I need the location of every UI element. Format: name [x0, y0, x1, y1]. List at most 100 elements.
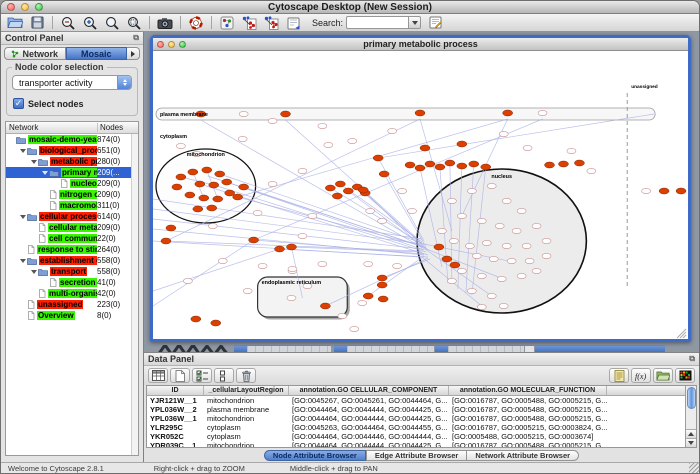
- resize-grip[interactable]: [689, 463, 699, 473]
- scrollbar-thumb[interactable]: [687, 387, 696, 409]
- network-node[interactable]: [469, 161, 479, 167]
- background-window-fragment[interactable]: [448, 345, 524, 352]
- network-node[interactable]: [503, 110, 513, 116]
- background-window-fragment[interactable]: [347, 345, 434, 352]
- network-node[interactable]: [188, 169, 198, 175]
- network-node-outline[interactable]: [218, 258, 227, 263]
- network-node-outline[interactable]: [477, 273, 486, 278]
- network-node[interactable]: [379, 171, 389, 177]
- network-node[interactable]: [442, 256, 452, 262]
- network-node[interactable]: [373, 155, 383, 161]
- heatmap-button[interactable]: [675, 368, 695, 383]
- color-mapper-button[interactable]: [216, 15, 238, 31]
- network-node-outline[interactable]: [437, 228, 446, 233]
- network-node-outline[interactable]: [258, 263, 267, 268]
- network-node[interactable]: [343, 188, 353, 194]
- network-node-outline[interactable]: [318, 123, 327, 128]
- network-edge[interactable]: [220, 174, 422, 243]
- network-node-outline[interactable]: [487, 183, 496, 188]
- network-node-outline[interactable]: [176, 143, 185, 148]
- network-node[interactable]: [545, 162, 555, 168]
- network-node-outline[interactable]: [288, 266, 297, 271]
- import-table-button[interactable]: [282, 15, 304, 31]
- network-node-outline[interactable]: [239, 111, 248, 116]
- network-node-outline[interactable]: [487, 293, 496, 298]
- column-header[interactable]: _cellularLayoutRegion: [204, 386, 289, 395]
- network-view-b-button[interactable]: [260, 15, 282, 31]
- network-node[interactable]: [233, 194, 243, 200]
- network-node-outline[interactable]: [378, 218, 387, 223]
- network-node-outline[interactable]: [499, 303, 508, 308]
- table-row[interactable]: YPL036W__2plasma membrane[GO:0044464, GO…: [147, 405, 685, 414]
- tree-row[interactable]: nucleobase-209(0): [6, 178, 131, 189]
- network-node-outline[interactable]: [348, 138, 357, 143]
- network-node[interactable]: [415, 165, 425, 171]
- float-panel-icon[interactable]: ⧉: [689, 355, 695, 363]
- network-node-outline[interactable]: [587, 168, 596, 173]
- network-node[interactable]: [425, 161, 435, 167]
- network-window-titlebar[interactable]: primary metabolic process: [153, 38, 688, 51]
- network-node-outline[interactable]: [398, 188, 407, 193]
- network-node[interactable]: [199, 195, 209, 201]
- network-node[interactable]: [434, 244, 444, 250]
- network-node-outline[interactable]: [502, 243, 511, 248]
- network-node[interactable]: [457, 141, 467, 147]
- network-node[interactable]: [335, 181, 345, 187]
- network-node[interactable]: [558, 161, 568, 167]
- network-node[interactable]: [185, 192, 195, 198]
- network-node-outline[interactable]: [308, 213, 317, 218]
- network-edge[interactable]: [378, 114, 654, 158]
- canvas-resize-grip[interactable]: [683, 335, 686, 338]
- tree-row[interactable]: biological_process651(0): [6, 145, 131, 156]
- region-plasma-membrane[interactable]: [156, 108, 655, 120]
- table-row[interactable]: YDR039C__1mitochondrion[GO:0044464, GO:0…: [147, 441, 685, 447]
- select-nodes-checkbox[interactable]: ✓: [13, 98, 24, 109]
- node-color-dropdown[interactable]: transporter activity: [12, 75, 132, 90]
- unselect-attributes-button[interactable]: [214, 368, 234, 383]
- network-edge[interactable]: [291, 247, 422, 252]
- expander-icon[interactable]: [30, 270, 38, 274]
- select-attributes-button[interactable]: [192, 368, 212, 383]
- network-node[interactable]: [415, 110, 425, 116]
- table-row[interactable]: YPL036W__1mitochondrion[GO:0044464, GO:0…: [147, 414, 685, 423]
- expander-icon[interactable]: [19, 259, 27, 263]
- scroll-up-button[interactable]: [686, 429, 697, 438]
- tab-network-attribute-browser[interactable]: Network Attribute Browser: [467, 450, 579, 461]
- network-node-outline[interactable]: [495, 223, 504, 228]
- tree-row[interactable]: nitrogen compo209(0): [6, 189, 131, 200]
- network-node[interactable]: [435, 164, 445, 170]
- network-node[interactable]: [193, 206, 203, 212]
- network-node-outline[interactable]: [388, 128, 397, 133]
- network-node-outline[interactable]: [253, 210, 262, 215]
- network-node-outline[interactable]: [338, 313, 347, 318]
- tree-row[interactable]: macromolecule311(0): [6, 200, 131, 211]
- network-node-outline[interactable]: [472, 253, 481, 258]
- save-session-button[interactable]: [26, 15, 48, 31]
- expander-icon[interactable]: [30, 160, 38, 164]
- column-header[interactable]: annotation.GO MOLECULAR_FUNCTION: [449, 386, 607, 395]
- network-node-outline[interactable]: [457, 213, 466, 218]
- network-node[interactable]: [222, 179, 232, 185]
- network-edge[interactable]: [368, 256, 424, 296]
- network-node-outline[interactable]: [512, 228, 521, 233]
- network-node[interactable]: [166, 225, 176, 231]
- table-row[interactable]: YKR052Ccytoplasm[GO:0044464, GO:0044446,…: [147, 432, 685, 441]
- network-node[interactable]: [176, 174, 186, 180]
- network-node-outline[interactable]: [477, 304, 486, 309]
- zoom-fit-button[interactable]: [123, 15, 145, 31]
- network-node-outline[interactable]: [238, 136, 247, 141]
- network-node-outline[interactable]: [208, 223, 217, 228]
- network-node[interactable]: [239, 184, 249, 190]
- network-node[interactable]: [209, 182, 219, 188]
- network-node-outline[interactable]: [350, 326, 359, 331]
- network-node[interactable]: [287, 244, 297, 250]
- network-node[interactable]: [213, 196, 223, 202]
- network-node-outline[interactable]: [517, 208, 526, 213]
- network-view-a-button[interactable]: [238, 15, 260, 31]
- tab-edge-attribute-browser[interactable]: Edge Attribute Browser: [366, 450, 467, 461]
- tree-row[interactable]: unassigned223(0): [6, 299, 131, 310]
- more-tabs-button[interactable]: [127, 47, 140, 60]
- help-button[interactable]: [185, 15, 207, 31]
- tab-mosaic[interactable]: Mosaic: [66, 47, 128, 60]
- network-node[interactable]: [172, 184, 182, 190]
